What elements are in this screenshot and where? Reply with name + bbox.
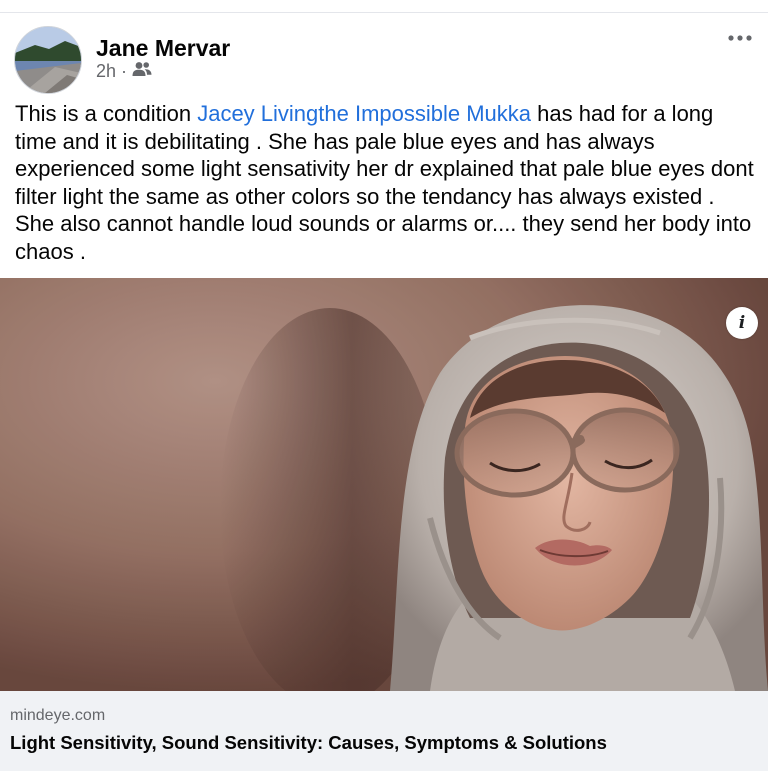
- link-title[interactable]: Light Sensitivity, Sound Sensitivity: Ca…: [10, 732, 607, 754]
- feed-post: Jane Mervar 2h · This is a condition Jac…: [0, 13, 768, 771]
- post-header: Jane Mervar 2h ·: [0, 13, 768, 94]
- post-meta: 2h ·: [96, 61, 152, 82]
- post-image[interactable]: [0, 278, 768, 691]
- author-avatar[interactable]: [14, 26, 82, 94]
- info-icon[interactable]: i: [726, 307, 758, 339]
- post-text: This is a condition Jacey Livingthe Impo…: [15, 100, 755, 265]
- link-domain: mindeye.com: [10, 707, 106, 724]
- post-timestamp[interactable]: 2h: [96, 61, 116, 82]
- link-preview-card[interactable]: mindeye.com Light Sensitivity, Sound Sen…: [0, 691, 768, 771]
- hooded-woman-sunglasses-image: [0, 278, 768, 691]
- avatar-photo: [15, 27, 81, 93]
- more-options-icon[interactable]: [722, 23, 758, 53]
- meta-separator: ·: [121, 61, 128, 81]
- mentioned-user-link[interactable]: Jacey Livingthe Impossible Mukka: [197, 101, 531, 126]
- author-name[interactable]: Jane Mervar: [96, 35, 230, 62]
- friends-icon[interactable]: [132, 61, 152, 82]
- post-text-start: This is a condition: [15, 101, 198, 126]
- feed-divider: [0, 0, 768, 13]
